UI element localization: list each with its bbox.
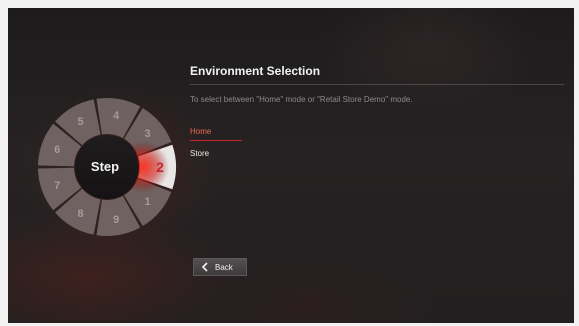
option-home[interactable]: Home xyxy=(190,125,211,138)
step-wheel: 3 4 5 6 7 8 9 1 2 Step xyxy=(37,97,177,237)
step-number: 7 xyxy=(54,180,60,192)
step-number: 8 xyxy=(77,208,83,220)
step-wheel-graphic: 3 4 5 6 7 8 9 1 2 Step xyxy=(38,98,176,236)
back-button[interactable]: Back xyxy=(193,258,247,276)
step-number: 6 xyxy=(54,144,60,156)
option-home-row: Home xyxy=(190,121,564,143)
step-number: 9 xyxy=(113,214,119,226)
main-content: Environment Selection To select between … xyxy=(190,63,564,165)
chevron-left-icon xyxy=(198,259,212,275)
page-description: To select between "Home" mode or "Retail… xyxy=(190,95,413,104)
step-number: 1 xyxy=(145,196,151,208)
environment-options: Home Store xyxy=(190,121,564,165)
option-store-row: Store xyxy=(190,143,564,165)
current-step-number: 2 xyxy=(156,159,164,175)
step-number: 4 xyxy=(113,110,120,122)
step-number: 3 xyxy=(145,128,151,140)
step-number: 5 xyxy=(77,116,83,128)
title-divider xyxy=(190,84,564,85)
selected-underline xyxy=(190,140,242,141)
back-button-label: Back xyxy=(215,262,233,272)
setup-screen: 3 4 5 6 7 8 9 1 2 Step Environment Selection To … xyxy=(8,8,574,323)
page-title: Environment Selection xyxy=(190,64,321,78)
step-label: Step xyxy=(91,159,119,174)
option-store[interactable]: Store xyxy=(190,147,209,160)
